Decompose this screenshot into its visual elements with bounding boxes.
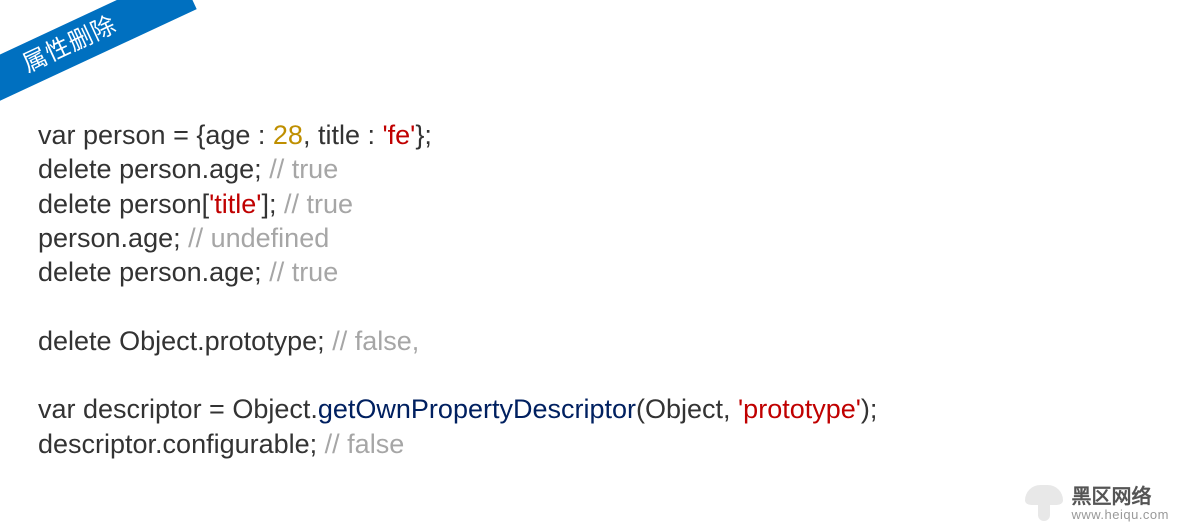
code-block: var person = {age : 28, title : 'fe'}; d… bbox=[38, 118, 877, 461]
watermark-en: www.heiqu.com bbox=[1071, 508, 1169, 522]
code-method: getOwnPropertyDescriptor bbox=[318, 394, 636, 424]
code-comment: // true bbox=[284, 189, 353, 219]
code-comment: // true bbox=[269, 257, 338, 287]
code-comment: // false bbox=[325, 429, 405, 459]
code-text: delete person[ bbox=[38, 189, 209, 219]
watermark-text: 黑区网络 www.heiqu.com bbox=[1071, 487, 1169, 522]
code-text: var descriptor = Object. bbox=[38, 394, 318, 424]
code-text: descriptor.configurable; bbox=[38, 429, 325, 459]
code-text: ]; bbox=[261, 189, 284, 219]
code-text: ); bbox=[861, 394, 878, 424]
watermark: 黑区网络 www.heiqu.com bbox=[1023, 483, 1169, 525]
code-comment: // true bbox=[269, 154, 338, 184]
code-number: 28 bbox=[273, 120, 303, 150]
code-text: delete person.age; bbox=[38, 257, 269, 287]
watermark-cn: 黑区网络 bbox=[1071, 487, 1169, 508]
code-text: delete Object.prototype; bbox=[38, 326, 332, 356]
code-text: person.age; bbox=[38, 223, 188, 253]
code-text: (Object, bbox=[636, 394, 738, 424]
code-text: delete person.age; bbox=[38, 154, 269, 184]
code-string: 'prototype' bbox=[738, 394, 861, 424]
code-comment: // undefined bbox=[188, 223, 329, 253]
code-text: , title : bbox=[303, 120, 383, 150]
ribbon-label: 属性删除 bbox=[0, 0, 197, 119]
code-comment: // false, bbox=[332, 326, 419, 356]
code-text: }; bbox=[415, 120, 432, 150]
code-string: 'fe' bbox=[382, 120, 415, 150]
code-text: var person = {age : bbox=[38, 120, 273, 150]
mushroom-icon bbox=[1023, 483, 1065, 525]
code-string: 'title' bbox=[209, 189, 261, 219]
